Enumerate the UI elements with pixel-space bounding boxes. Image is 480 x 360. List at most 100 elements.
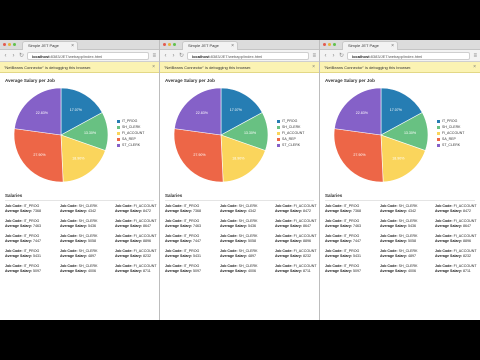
browser-tab[interactable]: Simple JET Page ×: [182, 41, 238, 50]
infobar-close-icon[interactable]: ×: [152, 62, 155, 73]
job-code-value: IT_PROG: [343, 219, 360, 223]
legend-item[interactable]: SA_REP: [437, 137, 464, 141]
menu-icon[interactable]: ≡: [473, 53, 477, 59]
legend-item[interactable]: SH_CLERK: [277, 125, 304, 129]
job-code-value: FI_ACCOUNT: [453, 249, 477, 253]
job-code-label: Job Code:: [165, 204, 183, 208]
legend-label: ST_CLERK: [282, 143, 301, 147]
minimize-window-icon[interactable]: [328, 43, 331, 46]
window-controls[interactable]: [163, 43, 176, 46]
infobar-close-icon[interactable]: ×: [473, 62, 476, 73]
legend-item[interactable]: SH_CLERK: [117, 125, 144, 129]
average-salary-line: Average Salary: 8647: [115, 224, 159, 229]
reload-icon[interactable]: ↻: [19, 52, 24, 59]
legend-swatch: [437, 143, 440, 147]
browser-tab[interactable]: Simple JET Page ×: [342, 41, 398, 50]
job-code-label: Job Code:: [115, 204, 133, 208]
average-salary-label: Average Salary:: [380, 224, 408, 228]
menu-icon[interactable]: ≡: [152, 53, 156, 59]
menu-icon[interactable]: ≡: [312, 53, 316, 59]
salary-cell: Job Code: SH_CLERK Average Salary: 4342: [380, 204, 435, 214]
legend-item[interactable]: IT_PROG: [117, 119, 144, 123]
legend-item[interactable]: ST_CLERK: [437, 143, 464, 147]
salary-cell: Job Code: IT_PROG Average Salary: 7463: [325, 219, 380, 229]
legend-item[interactable]: ST_CLERK: [117, 143, 144, 147]
average-salary-value: 7368: [193, 209, 202, 213]
legend-label: IT_PROG: [442, 119, 458, 123]
close-window-icon[interactable]: [323, 43, 326, 46]
browser-tab[interactable]: Simple JET Page ×: [22, 41, 78, 50]
legend-label: SH_CLERK: [442, 125, 461, 129]
legend-item[interactable]: FI_ACCOUNT: [117, 131, 144, 135]
close-tab-icon[interactable]: ×: [391, 42, 394, 50]
salary-cell: Job Code: FI_ACCOUNT Average Salary: 8232: [435, 249, 480, 259]
address-bar[interactable]: localhost:8383/JET/webapp/index.html: [27, 51, 150, 60]
average-salary-line: Average Salary: 4006: [60, 269, 115, 274]
legend-swatch: [277, 131, 280, 135]
close-tab-icon[interactable]: ×: [231, 42, 234, 50]
average-salary-value: 7463: [193, 224, 202, 228]
legend-item[interactable]: IT_PROG: [437, 119, 464, 123]
back-icon[interactable]: ‹: [323, 53, 328, 59]
pie-slice-label: 22.83%: [36, 111, 49, 115]
salary-cell: Job Code: FI_ACCOUNT Average Salary: 8472: [435, 204, 480, 214]
back-icon[interactable]: ‹: [163, 53, 168, 59]
forward-icon[interactable]: ›: [331, 53, 336, 59]
legend-item[interactable]: ST_CLERK: [277, 143, 304, 147]
job-code-value: FI_ACCOUNT: [293, 204, 317, 208]
back-icon[interactable]: ‹: [3, 53, 8, 59]
reload-icon[interactable]: ↻: [339, 52, 344, 59]
pie-chart[interactable]: 17.07% 13.30% 18.90% 27.90% 22.83% IT_PROG SH…: [165, 85, 314, 189]
job-code-label: Job Code:: [5, 204, 23, 208]
average-salary-label: Average Salary:: [275, 269, 303, 273]
average-salary-line: Average Salary: 5097: [325, 269, 380, 274]
legend-item[interactable]: SA_REP: [117, 137, 144, 141]
url-path: :8383/JET/webapp/index.html: [49, 53, 103, 59]
pie-chart[interactable]: 17.07% 13.30% 18.90% 27.90% 22.83% IT_PROG SH…: [325, 85, 475, 189]
address-bar[interactable]: localhost:8383/JET/webapp/index.html: [187, 51, 310, 60]
job-code-value: FI_ACCOUNT: [133, 249, 157, 253]
average-salary-line: Average Salary: 4342: [60, 209, 115, 214]
legend-label: SH_CLERK: [282, 125, 301, 129]
legend-swatch: [117, 131, 120, 135]
minimize-window-icon[interactable]: [168, 43, 171, 46]
average-salary-value: 8472: [143, 209, 152, 213]
average-salary-value: 5431: [353, 254, 362, 258]
average-salary-line: Average Salary: 8647: [275, 224, 319, 229]
minimize-window-icon[interactable]: [8, 43, 11, 46]
zoom-window-icon[interactable]: [13, 43, 16, 46]
salary-cell: Job Code: SH_CLERK Average Salary: 4897: [220, 249, 275, 259]
page-content: Average Salary per Job 17.07% 13.30% 18.90…: [160, 73, 319, 278]
legend-item[interactable]: SA_REP: [277, 137, 304, 141]
forward-icon[interactable]: ›: [171, 53, 176, 59]
pie-slice-label: 13.30%: [244, 131, 257, 135]
legend-item[interactable]: FI_ACCOUNT: [277, 131, 304, 135]
salary-cell: Job Code: IT_PROG Average Salary: 5097: [325, 264, 380, 274]
window-controls[interactable]: [3, 43, 16, 46]
job-code-value: SH_CLERK: [398, 219, 418, 223]
average-salary-label: Average Salary:: [60, 269, 88, 273]
pie-slice-label: 27.90%: [33, 153, 46, 157]
address-bar[interactable]: localhost:8383/JET/webapp/index.html: [347, 51, 471, 60]
pie-slice-label: 17.07%: [70, 108, 83, 112]
legend-item[interactable]: FI_ACCOUNT: [437, 131, 464, 135]
forward-icon[interactable]: ›: [11, 53, 16, 59]
reload-icon[interactable]: ↻: [179, 52, 184, 59]
close-window-icon[interactable]: [163, 43, 166, 46]
close-tab-icon[interactable]: ×: [71, 42, 74, 50]
chart-legend: IT_PROG SH_CLERK FI_ACCOUNT SA_REP ST_CLERK: [117, 119, 144, 147]
window-controls[interactable]: [323, 43, 336, 46]
zoom-window-icon[interactable]: [333, 43, 336, 46]
legend-item[interactable]: IT_PROG: [277, 119, 304, 123]
zoom-window-icon[interactable]: [173, 43, 176, 46]
legend-item[interactable]: SH_CLERK: [437, 125, 464, 129]
pie-chart[interactable]: 17.07% 13.30% 18.90% 27.90% 22.83% IT_PROG SH…: [5, 85, 154, 189]
legend-swatch: [277, 125, 280, 129]
job-code-label: Job Code:: [275, 204, 293, 208]
close-window-icon[interactable]: [3, 43, 6, 46]
infobar-close-icon[interactable]: ×: [312, 62, 315, 73]
salary-cell: Job Code: FI_ACCOUNT Average Salary: 8711: [275, 264, 319, 274]
average-salary-value: 5431: [193, 254, 202, 258]
job-code-value: SH_CLERK: [238, 264, 258, 268]
job-code-value: IT_PROG: [183, 219, 200, 223]
